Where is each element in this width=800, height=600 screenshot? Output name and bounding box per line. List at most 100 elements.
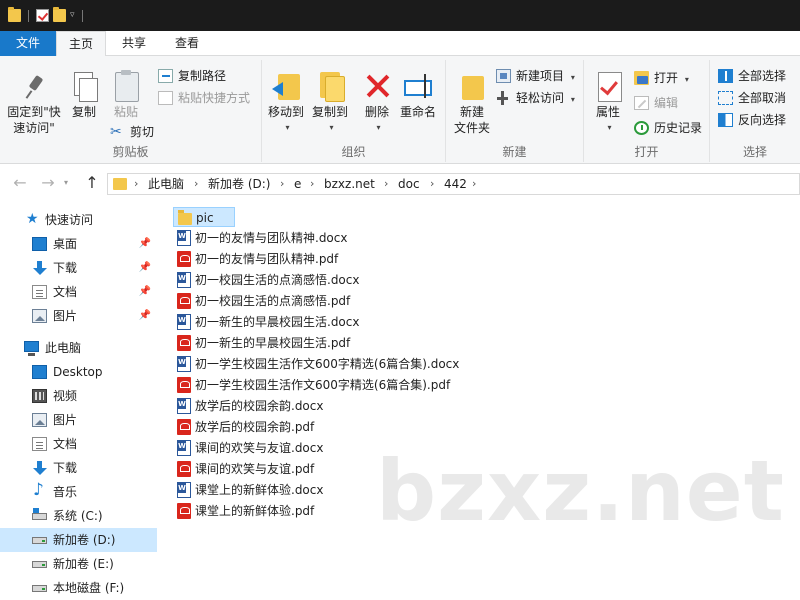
edit-icon <box>634 96 649 110</box>
new-item-button[interactable]: 新建项目 ▾ <box>496 66 575 86</box>
breadcrumb-separator-icon[interactable]: › <box>194 176 198 192</box>
breadcrumb-separator-icon[interactable]: › <box>280 176 284 192</box>
cut-label: 剪切 <box>130 125 155 139</box>
select-none-button[interactable]: 全部取消 <box>718 88 786 108</box>
nav-this-pc[interactable]: 此电脑 <box>0 336 157 360</box>
rename-button[interactable]: 重命名 <box>396 70 440 120</box>
nav-quick-access-label: 快速访问 <box>45 213 94 227</box>
tab-file[interactable]: 文件 <box>0 31 56 56</box>
forward-arrow-icon[interactable]: → <box>38 173 58 193</box>
list-item[interactable]: 初一的友情与团队精神.pdf <box>173 249 338 269</box>
nav-pc-documents[interactable]: 文档 <box>0 432 157 456</box>
pdf-icon <box>177 419 191 435</box>
new-folder-button[interactable]: 新建 文件夹 <box>450 70 494 136</box>
history-label: 历史记录 <box>654 121 703 135</box>
new-folder-icon[interactable] <box>53 7 66 22</box>
nav-pc-pictures[interactable]: 图片 <box>0 408 157 432</box>
pin-to-quick-access-button[interactable]: 固定到"快 速访问" <box>4 70 64 136</box>
nav-pc-music[interactable]: 音乐 <box>0 478 157 504</box>
picture-icon <box>32 413 47 427</box>
select-group-label: 选择 <box>742 145 767 159</box>
breadcrumb-bzxz[interactable]: bzxz.net <box>324 176 375 192</box>
breadcrumb-doc[interactable]: doc <box>398 176 420 192</box>
list-item[interactable]: 初一校园生活的点滴感悟.docx <box>173 270 359 290</box>
toolbar-separator <box>28 9 29 22</box>
recent-locations-chevron-icon[interactable]: ▾ <box>60 173 72 193</box>
move-to-button[interactable]: 移动到 ▾ <box>264 70 308 136</box>
breadcrumb-drive-d[interactable]: 新加卷 (D:) <box>208 176 270 192</box>
invert-selection-label: 反向选择 <box>738 113 787 127</box>
up-arrow-icon[interactable]: ↑ <box>82 173 102 193</box>
nav-quick-documents[interactable]: 文档 📌 <box>0 280 157 304</box>
pdf-icon <box>177 503 191 519</box>
list-item[interactable]: 初一学生校园生活作文600字精选(6篇合集).docx <box>173 354 459 374</box>
copy-to-button[interactable]: 复制到 ▾ <box>308 70 352 136</box>
select-all-button[interactable]: 全部选择 <box>718 66 786 86</box>
word-document-icon <box>177 482 191 498</box>
paste-shortcut-button[interactable]: 粘贴快捷方式 <box>158 88 250 108</box>
list-item[interactable]: 课堂上的新鲜体验.docx <box>173 480 323 500</box>
nav-drive-e[interactable]: 新加卷 (E:) <box>0 552 157 576</box>
nav-quick-pictures-label: 图片 <box>53 309 78 323</box>
nav-quick-documents-label: 文档 <box>53 285 78 299</box>
breadcrumb-this-pc[interactable]: 此电脑 <box>148 176 184 192</box>
list-item[interactable]: 初一校园生活的点滴感悟.pdf <box>173 291 350 311</box>
list-item[interactable]: 课堂上的新鲜体验.pdf <box>173 501 314 521</box>
nav-drive-c[interactable]: 系统 (C:) <box>0 504 157 528</box>
history-button[interactable]: 历史记录 <box>634 118 702 138</box>
address-bar[interactable]: › 此电脑 › 新加卷 (D:) › e › bzxz.net › doc › … <box>107 173 800 195</box>
nav-quick-pictures[interactable]: 图片 📌 <box>0 304 157 328</box>
nav-quick-desktop[interactable]: 桌面 📌 <box>0 232 157 256</box>
list-item[interactable]: 初一学生校园生活作文600字精选(6篇合集).pdf <box>173 375 450 395</box>
nav-quick-downloads[interactable]: 下载 📌 <box>0 256 157 280</box>
breadcrumb-separator-icon[interactable]: › <box>134 176 138 192</box>
back-arrow-icon[interactable]: ← <box>10 173 30 193</box>
properties-button[interactable]: 属性 ▾ <box>588 70 628 136</box>
list-item[interactable]: 课间的欢笑与友谊.pdf <box>173 459 314 479</box>
delete-button[interactable]: 删除 ▾ <box>360 70 394 136</box>
nav-pc-desktop[interactable]: Desktop <box>0 360 157 384</box>
tab-view[interactable]: 查看 <box>164 31 210 56</box>
list-item-folder[interactable]: pic <box>173 207 235 227</box>
tab-home[interactable]: 主页 <box>56 31 106 57</box>
list-item[interactable]: 初一新生的早晨校园生活.docx <box>173 312 359 332</box>
file-name: 放学后的校园余韵.pdf <box>195 420 315 434</box>
nav-drive-d-label: 新加卷 (D:) <box>53 533 116 547</box>
pin-icon: 📌 <box>138 310 151 321</box>
easy-access-button[interactable]: 轻松访问 ▾ <box>496 88 575 108</box>
paste-label: 粘贴 <box>113 105 138 119</box>
properties-icon <box>592 70 624 102</box>
edit-button[interactable]: 编辑 <box>634 93 678 113</box>
nav-drive-d[interactable]: 新加卷 (D:) <box>0 528 157 552</box>
drive-icon <box>32 585 47 592</box>
list-item[interactable]: 放学后的校园余韵.docx <box>173 396 323 416</box>
file-name: 初一的友情与团队精神.pdf <box>195 252 339 266</box>
list-item[interactable]: 放学后的校园余韵.pdf <box>173 417 314 437</box>
breadcrumb-separator-icon[interactable]: › <box>430 176 434 192</box>
organize-group: 移动到 ▾ 复制到 ▾ 删除 ▾ 重命名 组织 <box>262 60 446 162</box>
breadcrumb-442[interactable]: 442 <box>444 176 467 192</box>
tab-share[interactable]: 共享 <box>112 31 156 56</box>
copy-path-button[interactable]: 复制路径 <box>158 66 226 86</box>
nav-quick-access[interactable]: 快速访问 <box>0 207 157 232</box>
open-group: 属性 ▾ 打开 ▾ 编辑 历史记录 打开 <box>584 60 710 162</box>
nav-pc-downloads[interactable]: 下载 <box>0 456 157 480</box>
list-item[interactable]: 初一的友情与团队精神.docx <box>173 228 347 248</box>
breadcrumb-separator-icon[interactable]: › <box>472 176 476 192</box>
paste-button[interactable]: 粘贴 <box>106 70 146 120</box>
chevron-down-icon[interactable]: ▿ <box>70 9 75 22</box>
video-icon <box>32 389 47 403</box>
invert-selection-button[interactable]: 反向选择 <box>718 110 786 130</box>
list-item[interactable]: 课间的欢笑与友谊.docx <box>173 438 323 458</box>
breadcrumb-separator-icon[interactable]: › <box>310 176 314 192</box>
list-item[interactable]: 初一新生的早晨校园生活.pdf <box>173 333 350 353</box>
nav-drive-f[interactable]: 本地磁盘 (F:) <box>0 576 157 600</box>
open-button[interactable]: 打开 ▾ <box>634 68 689 88</box>
breadcrumb-separator-icon[interactable]: › <box>384 176 388 192</box>
nav-pc-videos[interactable]: 视频 <box>0 384 157 408</box>
properties-icon[interactable] <box>36 9 49 22</box>
breadcrumb-e[interactable]: e <box>294 176 301 192</box>
cut-button[interactable]: 剪切 <box>110 122 154 142</box>
copy-button[interactable]: 复制 <box>66 70 102 120</box>
move-to-label: 移动到 <box>267 105 304 119</box>
